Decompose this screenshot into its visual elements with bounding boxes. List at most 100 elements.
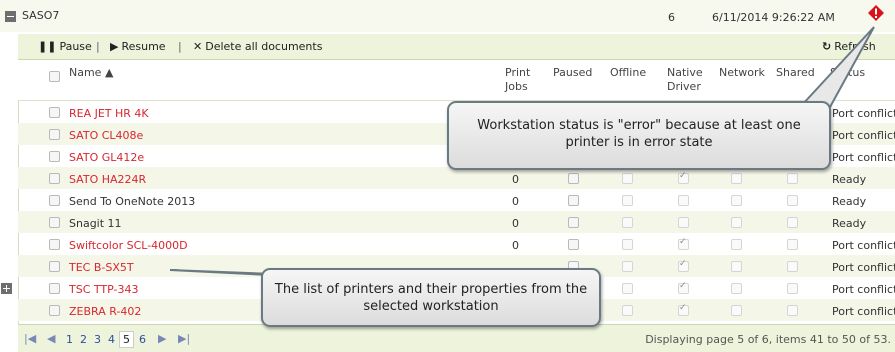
printer-name[interactable]: REA JET HR 4K [69, 107, 149, 120]
column-native-driver[interactable]: Native Driver [667, 66, 703, 94]
status-callout: Workstation status is "error" because at… [447, 101, 831, 170]
page-link[interactable]: 3 [94, 333, 101, 346]
row-select-checkbox[interactable] [49, 261, 60, 272]
row-select-checkbox[interactable] [49, 173, 60, 184]
printer-status: Port conflict [832, 305, 895, 318]
column-status[interactable]: Status [830, 66, 865, 80]
printer-status: Port conflict [832, 129, 895, 142]
table-row[interactable]: SATO HA224R 0 Ready [18, 167, 895, 189]
toolbar-divider: | [178, 40, 182, 53]
column-name[interactable]: Name ▲ [69, 66, 113, 80]
expand-icon[interactable] [1, 283, 12, 294]
play-icon: ▶ [110, 40, 119, 53]
pause-button[interactable]: ❚❚ Pause [38, 40, 92, 53]
row-select-checkbox[interactable] [49, 283, 60, 294]
native-checkbox [678, 171, 689, 184]
toolbar-divider: | [96, 40, 100, 53]
paused-checkbox[interactable] [568, 195, 579, 206]
page-link[interactable]: 6 [139, 333, 146, 346]
page-link[interactable]: 2 [80, 333, 87, 346]
native-checkbox [678, 303, 689, 316]
table-row[interactable]: Send To OneNote 2013 0 Ready [18, 189, 895, 211]
shared-checkbox [787, 217, 798, 228]
offline-checkbox [622, 217, 633, 228]
current-page: 5 [119, 331, 134, 348]
printer-status: Ready [832, 195, 867, 208]
delete-all-label: Delete all documents [205, 40, 323, 53]
table-row[interactable]: Snagit 11 0 Ready [18, 211, 895, 233]
select-all-checkbox[interactable] [49, 71, 60, 82]
page-link[interactable]: 4 [108, 333, 115, 346]
workstation-datetime: 6/11/2014 9:26:22 AM [712, 11, 835, 24]
last-page-icon[interactable]: ▶| [178, 332, 190, 345]
column-shared[interactable]: Shared [776, 66, 815, 80]
refresh-button[interactable]: ↻ Refresh [822, 40, 876, 53]
printer-status: Ready [832, 173, 867, 186]
printer-name[interactable]: SATO HA224R [69, 173, 146, 186]
paused-checkbox[interactable] [568, 239, 579, 250]
printer-name[interactable]: ZEBRA R-402 [69, 305, 141, 318]
close-icon: ✕ [193, 40, 203, 53]
printer-status: Port conflict [832, 151, 895, 164]
shared-checkbox [787, 283, 798, 294]
column-print-jobs[interactable]: Print Jobs [505, 66, 530, 94]
pager: |◀ ◀ 1 2 3 4 5 6 ▶ ▶| Displaying page 5 … [18, 324, 895, 352]
offline-checkbox [622, 239, 633, 250]
column-network[interactable]: Network [719, 66, 765, 80]
pager-info: Displaying page 5 of 6, items 41 to 50 o… [645, 333, 891, 346]
first-page-icon[interactable]: |◀ [24, 332, 36, 345]
network-checkbox [731, 261, 742, 272]
prev-page-icon[interactable]: ◀ [47, 332, 55, 345]
table-row[interactable]: Swiftcolor SCL-4000D 0 Port conflict [18, 233, 895, 255]
native-checkbox [678, 281, 689, 294]
printer-name[interactable]: SATO GL412e [69, 151, 144, 164]
pause-icon: ❚❚ [38, 40, 57, 53]
shared-checkbox [787, 261, 798, 272]
printer-name[interactable]: SATO CL408e [69, 129, 143, 142]
row-select-checkbox[interactable] [49, 217, 60, 228]
print-jobs-value: 0 [512, 173, 519, 186]
collapse-icon[interactable] [5, 11, 16, 22]
printer-name[interactable]: Send To OneNote 2013 [69, 195, 195, 208]
printer-name[interactable]: TSC TTP-343 [69, 283, 138, 296]
printer-status: Ready [832, 217, 867, 230]
row-select-checkbox[interactable] [49, 239, 60, 250]
page-link[interactable]: 1 [66, 333, 73, 346]
delete-all-button[interactable]: ✕ Delete all documents [193, 40, 322, 53]
printer-status: Port conflict [832, 239, 895, 252]
column-paused[interactable]: Paused [553, 66, 592, 80]
row-select-checkbox[interactable] [49, 305, 60, 316]
shared-checkbox [787, 305, 798, 316]
native-checkbox [678, 217, 689, 228]
paused-checkbox[interactable] [568, 173, 579, 184]
network-checkbox [731, 283, 742, 294]
refresh-icon: ↻ [822, 40, 832, 53]
network-checkbox [731, 195, 742, 206]
row-select-checkbox[interactable] [49, 151, 60, 162]
workstation-row[interactable]: SASO7 6 6/11/2014 9:26:22 AM [0, 0, 895, 32]
pause-label: Pause [59, 40, 92, 53]
printer-name[interactable]: TEC B-SX5T [69, 261, 134, 274]
printer-name[interactable]: Swiftcolor SCL-4000D [69, 239, 188, 252]
next-page-icon[interactable]: ▶ [158, 332, 166, 345]
native-checkbox [678, 237, 689, 250]
error-icon [868, 5, 884, 21]
workstation-printer-count: 6 [668, 11, 675, 24]
row-select-checkbox[interactable] [49, 129, 60, 140]
network-checkbox [731, 173, 742, 184]
column-offline[interactable]: Offline [610, 66, 646, 80]
resume-button[interactable]: ▶ Resume [110, 40, 166, 53]
shared-checkbox [787, 239, 798, 250]
paused-checkbox[interactable] [568, 217, 579, 228]
shared-checkbox [787, 173, 798, 184]
printer-name[interactable]: Snagit 11 [69, 217, 122, 230]
network-checkbox [731, 217, 742, 228]
native-checkbox [678, 259, 689, 272]
printer-status: Port conflict [832, 283, 895, 296]
offline-checkbox [622, 305, 633, 316]
workstation-name: SASO7 [22, 9, 60, 22]
row-select-checkbox[interactable] [49, 195, 60, 206]
print-jobs-value: 0 [512, 239, 519, 252]
row-select-checkbox[interactable] [49, 107, 60, 118]
offline-checkbox [622, 283, 633, 294]
